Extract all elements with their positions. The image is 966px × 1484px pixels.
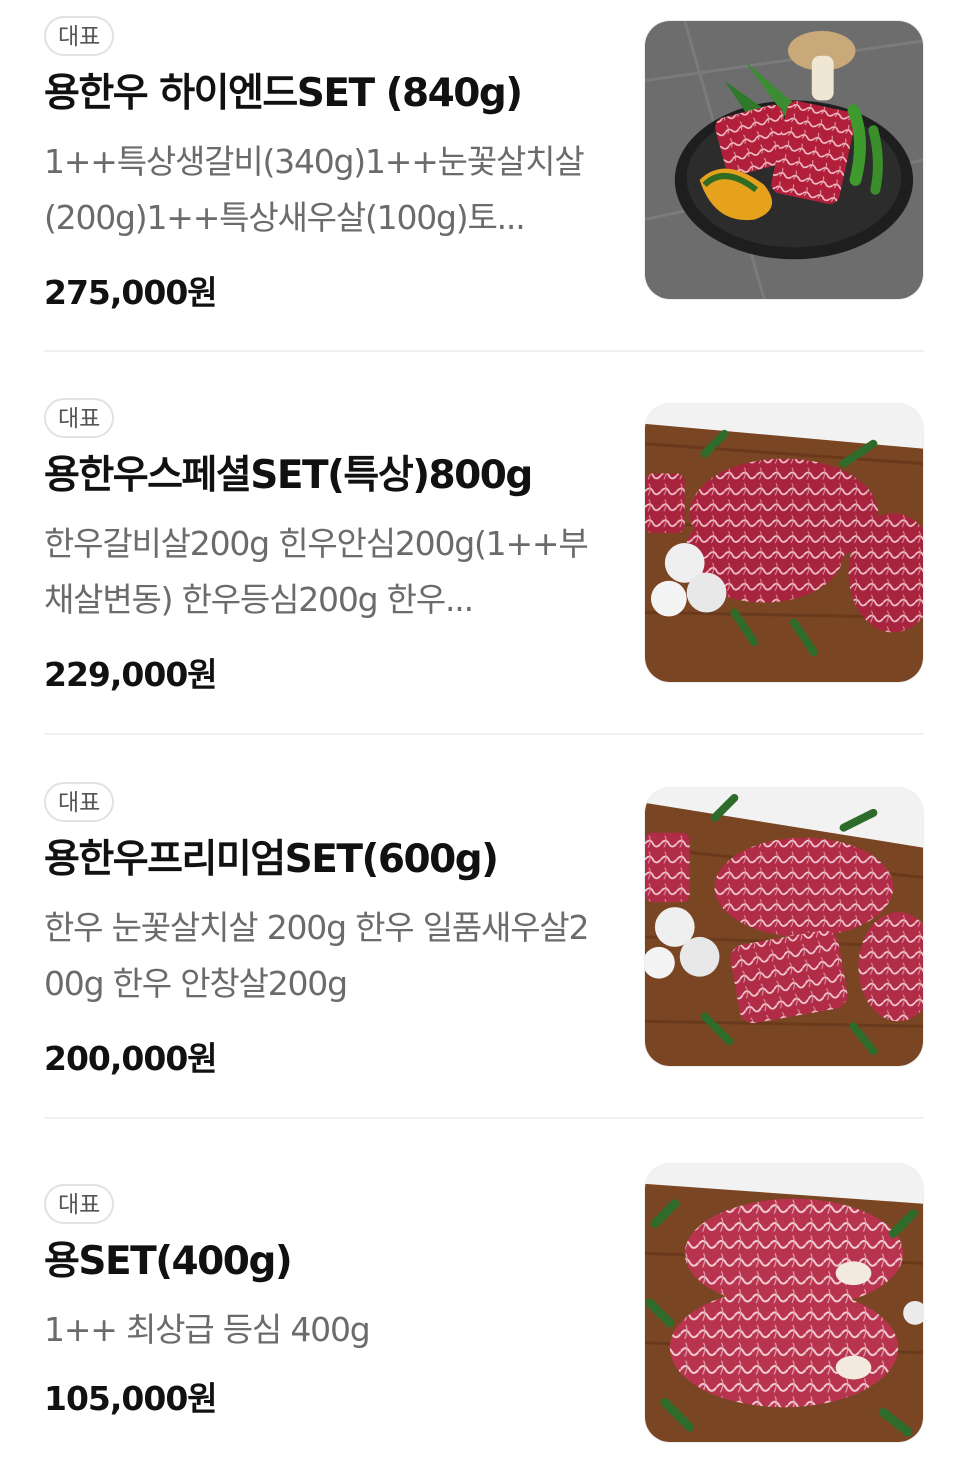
menu-item-price: 200,000원 bbox=[44, 1039, 218, 1078]
item-divider bbox=[44, 733, 924, 735]
menu-item-price: 105,000원 bbox=[44, 1379, 218, 1418]
signature-badge: 대표 bbox=[44, 782, 115, 822]
item-divider bbox=[44, 1117, 924, 1119]
menu-item-description: 1++ 최상급 등심 400g bbox=[44, 1310, 371, 1349]
menu-item-special-set[interactable]: 대표 용한우스페셜SET(특상)800g 한우갈비살200g 힌우안심200g(… bbox=[44, 398, 924, 698]
menu-item-name: 용SET(400g) bbox=[44, 1239, 293, 1284]
menu-item-name: 용한우프리미엄SET(600g) bbox=[44, 837, 499, 882]
item-divider bbox=[44, 350, 924, 352]
menu-item-premium-set[interactable]: 대표 용한우프리미엄SET(600g) 한우 눈꽃살치살 200g 한우 일품새… bbox=[44, 782, 924, 1082]
signature-badge: 대표 bbox=[44, 1184, 115, 1224]
menu-item-description: 한우갈비살200g 힌우안심200g(1++부채살변동) 한우등심200g 한우… bbox=[44, 524, 589, 619]
menu-item-price: 229,000원 bbox=[44, 655, 218, 694]
black-plate-beef-image bbox=[645, 21, 923, 299]
menu-item-photo[interactable] bbox=[644, 20, 924, 300]
menu-item-description: 1++특상생갈비(340g)1++눈꽃살치살(200g)1++특상새우살(100… bbox=[44, 142, 585, 237]
menu-item-name: 용한우 하이엔드SET (840g) bbox=[44, 71, 523, 116]
menu-item-name: 용한우스페셜SET(특상)800g bbox=[44, 453, 533, 498]
menu-item-description: 한우 눈꽃살치살 200g 한우 일품새우살200g 한우 안창살200g bbox=[44, 908, 590, 1003]
wood-board-beef-image bbox=[645, 788, 923, 1066]
signature-badge: 대표 bbox=[44, 398, 115, 438]
signature-badge: 대표 bbox=[44, 16, 115, 56]
wood-board-ribeye-image bbox=[645, 1164, 923, 1442]
menu-item-price: 275,000원 bbox=[44, 273, 218, 312]
menu-item-photo[interactable] bbox=[644, 1163, 924, 1443]
menu-item-highend-set[interactable]: 대표 용한우 하이엔드SET (840g) 1++특상생갈비(340g)1++눈… bbox=[44, 16, 924, 316]
wood-board-beef-image bbox=[645, 404, 923, 682]
menu-item-photo[interactable] bbox=[644, 787, 924, 1067]
menu-item-yong-set[interactable]: 대표 용SET(400g) 1++ 최상급 등심 400g 105,000원 bbox=[44, 1163, 924, 1484]
menu-item-photo[interactable] bbox=[644, 403, 924, 683]
